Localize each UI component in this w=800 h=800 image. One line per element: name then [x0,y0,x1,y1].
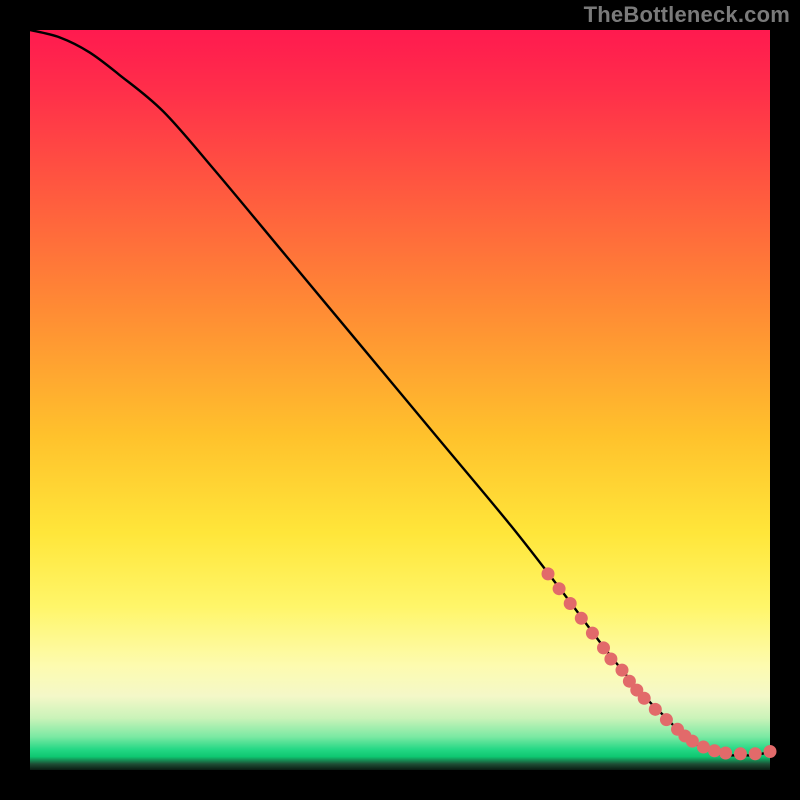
attribution-label: TheBottleneck.com [584,2,790,28]
plot-area [30,30,770,770]
highlight-dot [597,641,610,654]
highlight-dot [660,713,673,726]
highlight-dot [719,746,732,759]
bottleneck-curve [30,30,770,755]
highlight-dot [708,744,721,757]
highlight-dot [604,653,617,666]
highlight-dot [616,664,629,677]
highlight-dot [564,597,577,610]
highlight-dot [749,747,762,760]
highlight-dot [638,692,651,705]
highlight-dot [764,745,777,758]
highlight-dot [734,747,747,760]
highlight-dot [586,627,599,640]
highlight-dots [542,567,777,760]
highlight-dot [575,612,588,625]
highlight-dot [686,735,699,748]
highlight-dot [553,582,566,595]
highlight-dot [542,567,555,580]
highlight-dot [649,703,662,716]
highlight-dot [697,741,710,754]
chart-frame: TheBottleneck.com [0,0,800,800]
chart-svg [30,30,770,770]
